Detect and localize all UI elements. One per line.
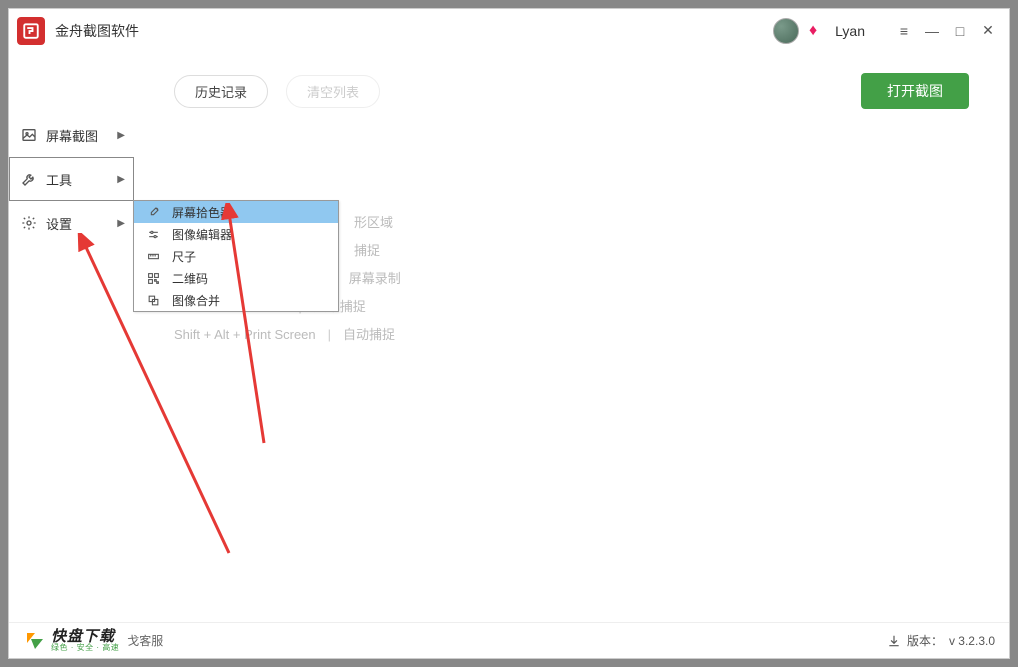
qr-icon <box>144 272 162 285</box>
image-icon <box>20 126 38 144</box>
eyedropper-icon <box>144 206 162 219</box>
tab-group: 历史记录 清空列表 <box>174 75 380 108</box>
ruler-icon <box>144 250 162 263</box>
titlebar: 金舟截图软件 ♦ Lyan ≡ — □ ✕ <box>9 9 1009 53</box>
app-logo <box>17 17 45 45</box>
clear-list-button[interactable]: 清空列表 <box>286 75 380 108</box>
body: 屏幕截图 ▶ 工具 ▶ 设置 ▶ <box>9 53 1009 622</box>
submenu-image-editor[interactable]: 图像编辑器 <box>134 223 338 245</box>
merge-icon <box>144 294 162 307</box>
brand-tagline: 绿色 · 安全 · 高速 <box>51 644 119 652</box>
support-link[interactable]: 戈客服 <box>127 632 163 649</box>
submenu-label: 二维码 <box>172 270 208 287</box>
menu-button[interactable]: ≡ <box>891 18 917 44</box>
app-title: 金舟截图软件 <box>55 21 773 41</box>
version-value: v 3.2.3.0 <box>949 634 995 648</box>
chevron-right-icon: ▶ <box>117 174 125 185</box>
brand-logo: 快盘下载 绿色 · 安全 · 高速 <box>23 629 119 653</box>
avatar[interactable] <box>773 18 799 44</box>
submenu-label: 图像合并 <box>172 292 220 309</box>
version-label: 版本： <box>907 632 943 649</box>
history-button[interactable]: 历史记录 <box>174 75 268 108</box>
titlebar-right: ♦ Lyan ≡ — □ ✕ <box>773 18 1001 44</box>
top-row: 历史记录 清空列表 打开截图 <box>174 73 969 109</box>
app-window: 金舟截图软件 ♦ Lyan ≡ — □ ✕ 屏幕截图 ▶ <box>8 8 1010 659</box>
sidebar-item-settings[interactable]: 设置 ▶ <box>9 201 134 245</box>
sidebar-item-screenshot[interactable]: 屏幕截图 ▶ <box>9 113 134 157</box>
gear-icon <box>20 214 38 232</box>
brand-mark-icon <box>23 629 47 653</box>
submenu-label: 尺子 <box>172 248 196 265</box>
submenu-color-picker[interactable]: 屏幕拾色器 <box>134 201 338 223</box>
sidebar-label: 工具 <box>46 170 72 189</box>
submenu-label: 图像编辑器 <box>172 226 232 243</box>
statusbar: 快盘下载 绿色 · 安全 · 高速 戈客服 版本： v 3.2.3.0 <box>9 622 1009 658</box>
submenu-image-merge[interactable]: 图像合并 <box>134 289 338 311</box>
tools-submenu: 屏幕拾色器 图像编辑器 尺子 二维码 <box>133 200 339 312</box>
sidebar: 屏幕截图 ▶ 工具 ▶ 设置 ▶ <box>9 53 134 622</box>
submenu-qrcode[interactable]: 二维码 <box>134 267 338 289</box>
status-left: 快盘下载 绿色 · 安全 · 高速 戈客服 <box>23 629 163 653</box>
brand-name: 快盘下载 <box>51 629 119 644</box>
diamond-icon[interactable]: ♦ <box>809 22 817 40</box>
sidebar-item-tools[interactable]: 工具 ▶ <box>9 157 134 201</box>
shortcut-row: Shift + Alt + Print Screen | 自动捕捉 <box>174 321 969 349</box>
chevron-right-icon: ▶ <box>117 130 125 141</box>
minimize-button[interactable]: — <box>919 18 945 44</box>
open-capture-button[interactable]: 打开截图 <box>861 73 969 109</box>
sidebar-label: 设置 <box>46 214 72 233</box>
main-area: 历史记录 清空列表 打开截图 形区域 捕捉 Ctrl + Shift + Pri… <box>134 53 1009 622</box>
maximize-button[interactable]: □ <box>947 18 973 44</box>
sliders-icon <box>144 228 162 241</box>
sidebar-label: 屏幕截图 <box>46 126 98 145</box>
window-controls: ≡ — □ ✕ <box>891 18 1001 44</box>
download-icon[interactable] <box>887 634 901 648</box>
wrench-icon <box>20 170 38 188</box>
submenu-ruler[interactable]: 尺子 <box>134 245 338 267</box>
username: Lyan <box>835 23 865 39</box>
submenu-label: 屏幕拾色器 <box>172 204 232 221</box>
close-button[interactable]: ✕ <box>975 18 1001 44</box>
chevron-right-icon: ▶ <box>117 218 125 229</box>
status-right: 版本： v 3.2.3.0 <box>887 632 995 649</box>
